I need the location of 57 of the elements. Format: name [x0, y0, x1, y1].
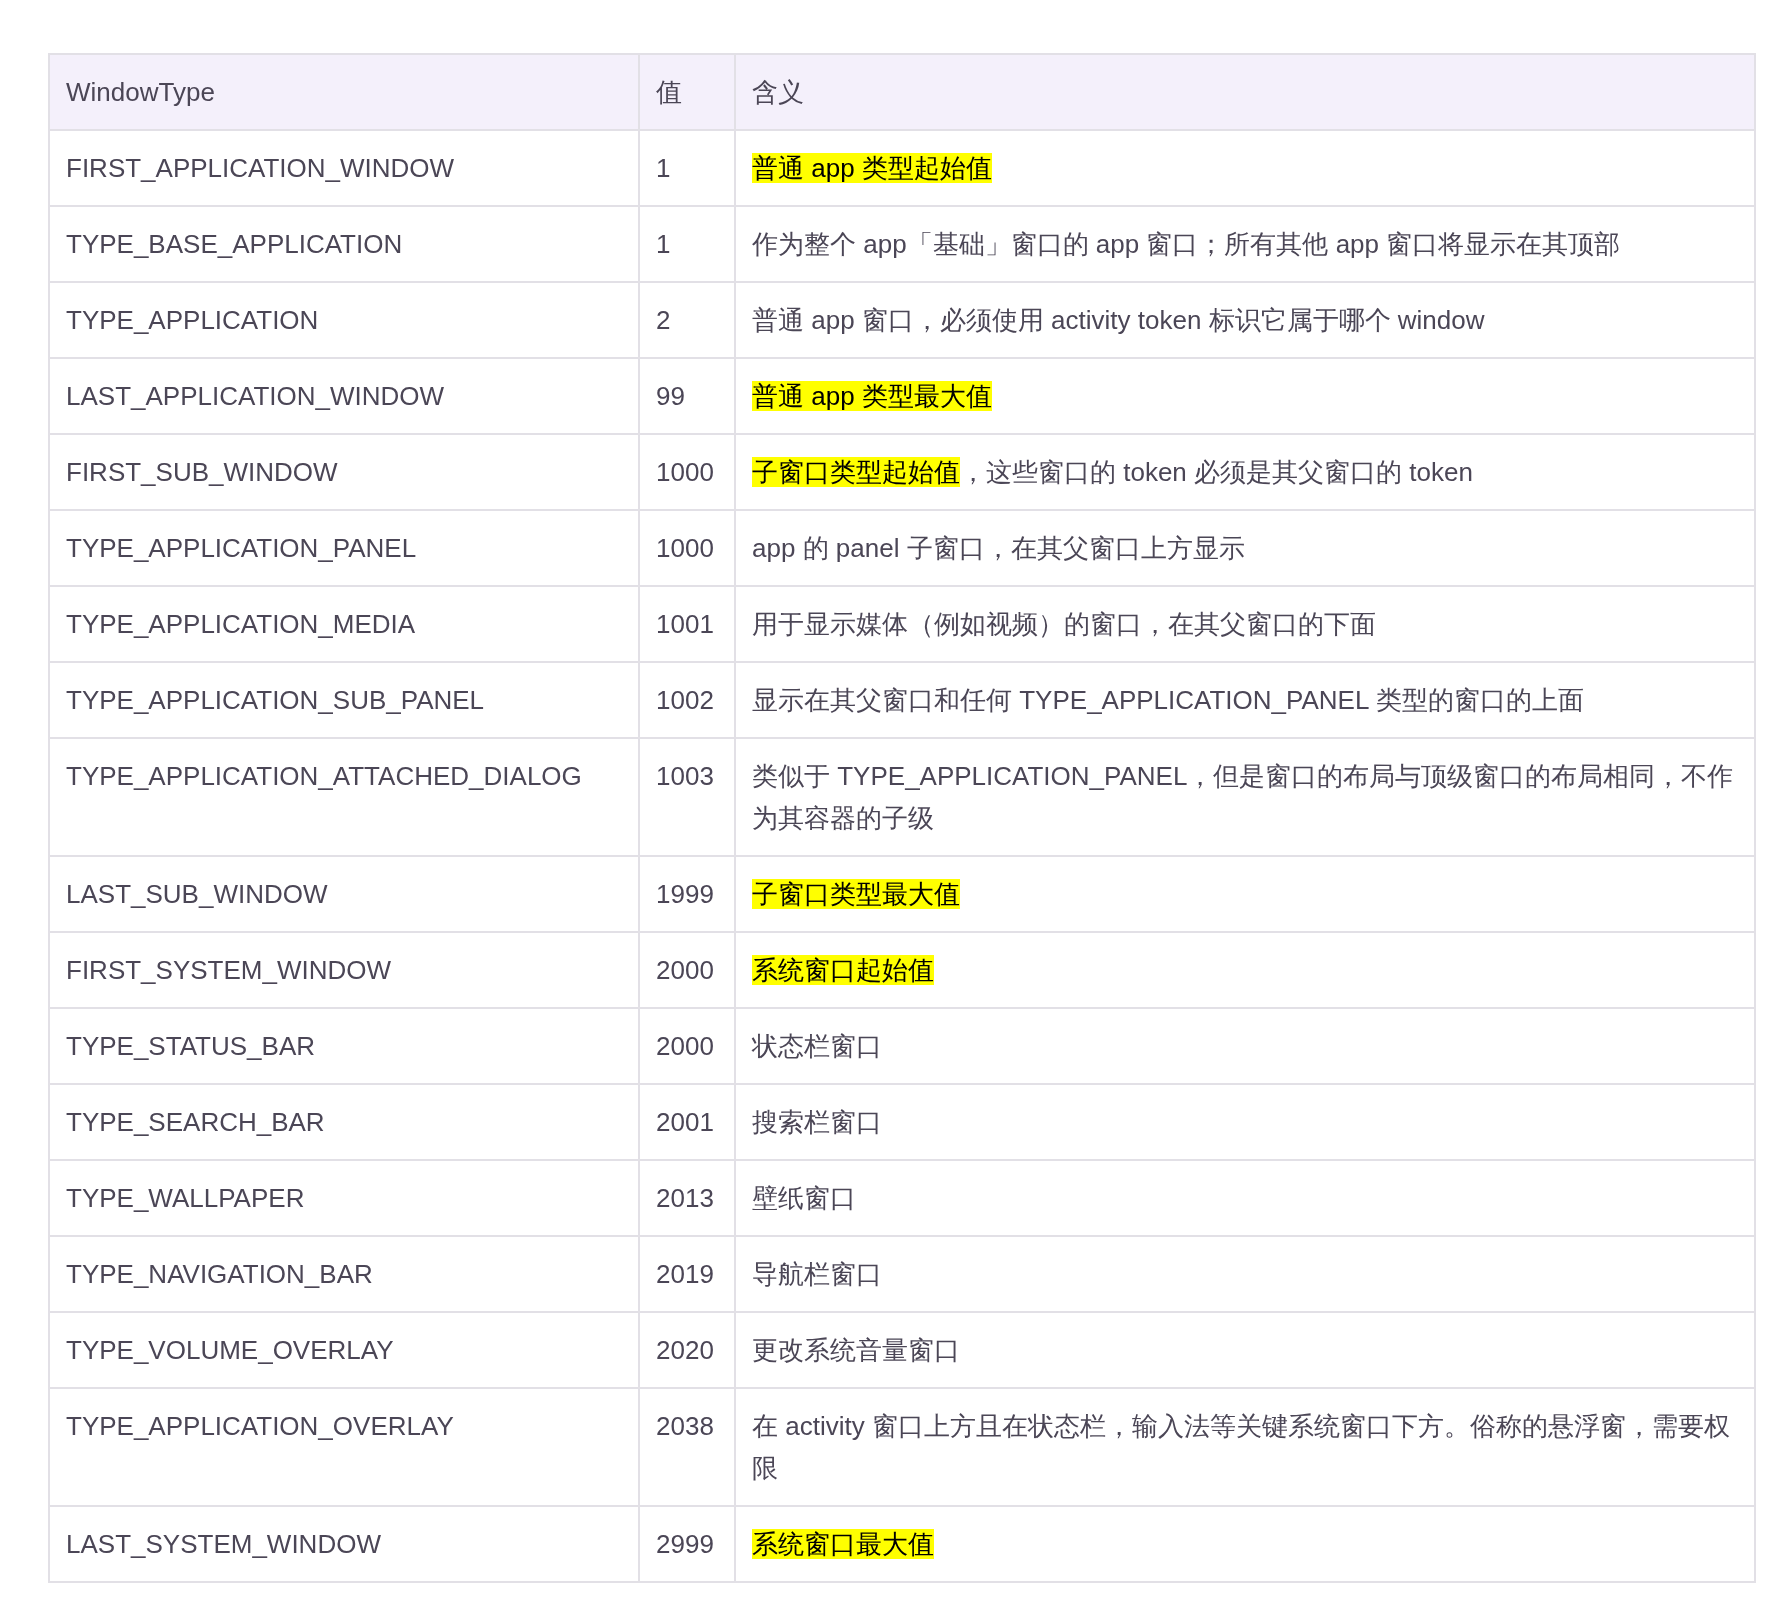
- table-cell: TYPE_SEARCH_BAR: [49, 1084, 639, 1160]
- table-cell: 99: [639, 358, 735, 434]
- table-cell: 普通 app 类型最大值: [735, 358, 1755, 434]
- column-header: WindowType: [49, 54, 639, 130]
- table-cell: 更改系统音量窗口: [735, 1312, 1755, 1388]
- table-cell: 1003: [639, 738, 735, 856]
- table-cell: 2000: [639, 932, 735, 1008]
- table-cell: FIRST_SUB_WINDOW: [49, 434, 639, 510]
- table-cell: TYPE_APPLICATION_ATTACHED_DIALOG: [49, 738, 639, 856]
- table-cell: FIRST_SYSTEM_WINDOW: [49, 932, 639, 1008]
- table-cell: 2013: [639, 1160, 735, 1236]
- table-cell: 1001: [639, 586, 735, 662]
- table-cell: 1: [639, 130, 735, 206]
- table-cell: 搜索栏窗口: [735, 1084, 1755, 1160]
- table-cell: 壁纸窗口: [735, 1160, 1755, 1236]
- table-cell: TYPE_APPLICATION: [49, 282, 639, 358]
- table-cell: TYPE_STATUS_BAR: [49, 1008, 639, 1084]
- table-cell: 1: [639, 206, 735, 282]
- table-cell: 在 activity 窗口上方且在状态栏，输入法等关键系统窗口下方。俗称的悬浮窗，需要权限: [735, 1388, 1755, 1506]
- table-cell: 2019: [639, 1236, 735, 1312]
- table-cell: TYPE_APPLICATION_MEDIA: [49, 586, 639, 662]
- table-cell: TYPE_APPLICATION_PANEL: [49, 510, 639, 586]
- table-cell: TYPE_VOLUME_OVERLAY: [49, 1312, 639, 1388]
- table-cell: 用于显示媒体（例如视频）的窗口，在其父窗口的下面: [735, 586, 1755, 662]
- table-cell: 子窗口类型最大值: [735, 856, 1755, 932]
- table-cell: 1002: [639, 662, 735, 738]
- table-cell: TYPE_APPLICATION_SUB_PANEL: [49, 662, 639, 738]
- column-header: 值: [639, 54, 735, 130]
- table-cell: 1999: [639, 856, 735, 932]
- table-cell: 2038: [639, 1388, 735, 1506]
- table-cell: 2001: [639, 1084, 735, 1160]
- table-cell: 显示在其父窗口和任何 TYPE_APPLICATION_PANEL 类型的窗口的上面: [735, 662, 1755, 738]
- table-cell: 状态栏窗口: [735, 1008, 1755, 1084]
- table-cell: 普通 app 类型起始值: [735, 130, 1755, 206]
- table-cell: 子窗口类型起始值，这些窗口的 token 必须是其父窗口的 token: [735, 434, 1755, 510]
- table-cell: app 的 panel 子窗口，在其父窗口上方显示: [735, 510, 1755, 586]
- table-cell: TYPE_NAVIGATION_BAR: [49, 1236, 639, 1312]
- table-cell: 类似于 TYPE_APPLICATION_PANEL，但是窗口的布局与顶级窗口的布局相同，不作为其容器的子级: [735, 738, 1755, 856]
- table-cell: TYPE_WALLPAPER: [49, 1160, 639, 1236]
- table-cell: TYPE_APPLICATION_OVERLAY: [49, 1388, 639, 1506]
- table-cell: 1000: [639, 434, 735, 510]
- table-cell: 系统窗口最大值: [735, 1506, 1755, 1582]
- table-cell: 2000: [639, 1008, 735, 1084]
- table-cell: TYPE_BASE_APPLICATION: [49, 206, 639, 282]
- table-cell: 作为整个 app「基础」窗口的 app 窗口；所有其他 app 窗口将显示在其顶部: [735, 206, 1755, 282]
- table-cell: 2999: [639, 1506, 735, 1582]
- table-cell: LAST_SUB_WINDOW: [49, 856, 639, 932]
- table-cell: 2020: [639, 1312, 735, 1388]
- table-cell: 普通 app 窗口，必须使用 activity token 标识它属于哪个 window: [735, 282, 1755, 358]
- table-cell: FIRST_APPLICATION_WINDOW: [49, 130, 639, 206]
- table-cell: LAST_APPLICATION_WINDOW: [49, 358, 639, 434]
- table-cell: 2: [639, 282, 735, 358]
- column-header: 含义: [735, 54, 1755, 130]
- table-cell: LAST_SYSTEM_WINDOW: [49, 1506, 639, 1582]
- table-cell: 1000: [639, 510, 735, 586]
- table-cell: 导航栏窗口: [735, 1236, 1755, 1312]
- table-cell: 系统窗口起始值: [735, 932, 1755, 1008]
